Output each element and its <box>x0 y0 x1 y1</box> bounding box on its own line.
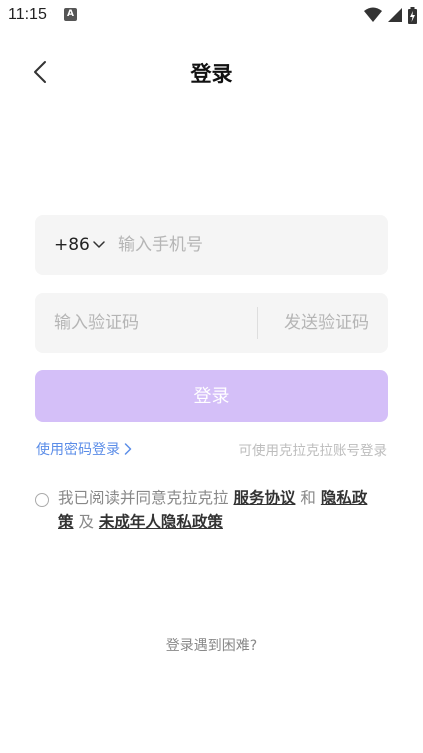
status-icons <box>364 6 417 24</box>
agreement-text: 我已阅读并同意克拉克拉 服务协议 和 隐私政策 及 未成年人隐私政策 <box>58 486 378 534</box>
verification-code-input[interactable] <box>54 293 254 353</box>
page-title: 登录 <box>190 62 233 86</box>
status-bar: 11:15 A <box>0 0 423 30</box>
status-time: 11:15 <box>8 6 47 23</box>
login-help-link[interactable]: 登录遇到困难? <box>0 635 423 655</box>
signal-icon <box>388 8 402 22</box>
battery-charging-icon <box>408 6 417 24</box>
country-code-label: +86 <box>54 235 90 255</box>
notification-icon: A <box>64 8 77 21</box>
minor-privacy-policy-link[interactable]: 未成年人隐私政策 <box>99 513 223 531</box>
agreement-and: 和 <box>300 489 316 507</box>
password-login-label: 使用密码登录 <box>36 442 120 458</box>
agreement-and2: 及 <box>78 513 94 531</box>
field-divider <box>257 307 258 339</box>
alt-account-login-link[interactable]: 可使用克拉克拉账号登录 <box>239 439 388 459</box>
agreement-checkbox[interactable] <box>35 493 49 507</box>
country-code-selector[interactable]: +86 <box>54 215 105 275</box>
chevron-down-icon <box>93 241 105 248</box>
phone-input[interactable] <box>118 215 368 275</box>
phone-field: +86 <box>35 215 388 275</box>
service-agreement-link[interactable]: 服务协议 <box>233 489 295 507</box>
nav-bar: 登录 <box>0 50 423 94</box>
wifi-icon <box>364 7 382 22</box>
chevron-right-icon <box>124 443 132 455</box>
login-button[interactable]: 登录 <box>35 370 388 422</box>
password-login-link[interactable]: 使用密码登录 <box>36 439 132 459</box>
send-code-button[interactable]: 发送验证码 <box>284 293 369 353</box>
agreement-prefix: 我已阅读并同意克拉克拉 <box>58 489 229 507</box>
code-field: 发送验证码 <box>35 293 388 353</box>
